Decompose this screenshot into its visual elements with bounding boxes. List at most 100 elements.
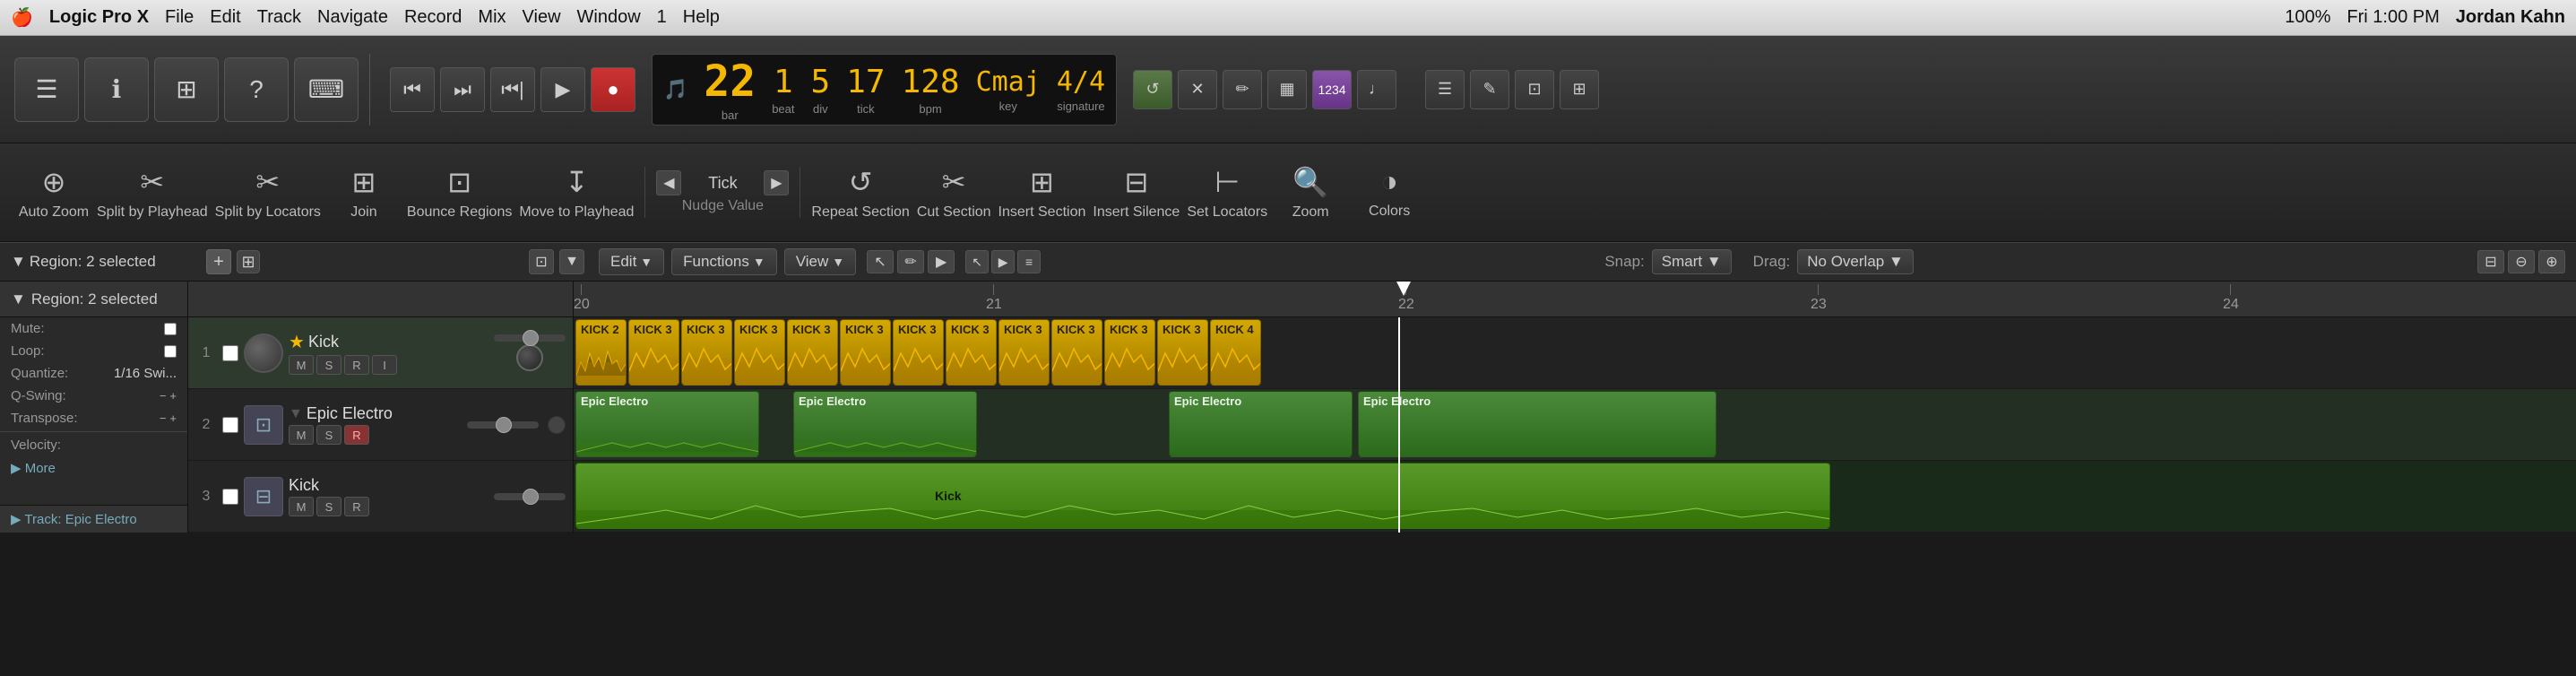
key-display[interactable]: Cmaj key (976, 66, 1041, 113)
zoom-out-button[interactable]: ⊖ (2508, 250, 2535, 273)
clip[interactable]: KICK 3 (1104, 319, 1155, 386)
qswing-minus[interactable]: − (160, 389, 167, 403)
move-playhead-button[interactable]: ↧ Move to Playhead (519, 152, 634, 233)
library-button[interactable]: ☰ (14, 57, 79, 122)
tick-display[interactable]: 17 tick (846, 64, 885, 116)
insert-silence-button[interactable]: ⊟ Insert Silence (1093, 152, 1180, 233)
track-3-checkbox[interactable] (222, 489, 238, 505)
clip[interactable]: KICK 2 (575, 319, 627, 386)
menu-record[interactable]: Record (404, 7, 462, 28)
track-1-fader[interactable] (494, 334, 566, 342)
more-button[interactable]: ▶ More (0, 456, 187, 480)
zoom-button[interactable]: 🔍 Zoom (1275, 152, 1346, 233)
list-view-button[interactable]: ☰ (1425, 70, 1465, 109)
clip[interactable]: Epic Electro (793, 391, 977, 457)
menu-window[interactable]: Window (577, 7, 641, 28)
menu-view[interactable]: View (523, 7, 561, 28)
menu-mix[interactable]: Mix (478, 7, 506, 28)
functions-dropdown[interactable]: Functions ▼ (671, 248, 777, 275)
track-2-record-arm-button[interactable]: R (344, 425, 369, 445)
split-locators-button[interactable]: ✂ Split by Locators (215, 152, 321, 233)
track-1-star-icon[interactable]: ★ (289, 331, 305, 353)
apple-menu[interactable]: 🍎 (11, 6, 33, 29)
clip[interactable]: Epic Electro (1358, 391, 1716, 457)
clip[interactable]: KICK 3 (1051, 319, 1102, 386)
track-1-lane[interactable]: KICK 2 KICK 3 (574, 317, 2576, 389)
clip[interactable]: KICK 3 (734, 319, 785, 386)
track-3-record-arm-button[interactable]: R (344, 497, 369, 516)
auto-zoom-button[interactable]: ⊕ Auto Zoom (18, 152, 90, 233)
track-2-mute-button[interactable]: M (289, 425, 314, 445)
add-folder-button[interactable]: ⊞ (237, 250, 260, 273)
track-2-fader[interactable] (467, 421, 539, 429)
menu-navigate[interactable]: Navigate (317, 7, 388, 28)
track-3-mute-button[interactable]: M (289, 497, 314, 516)
notation-button[interactable]: ♩ (1357, 70, 1396, 109)
midi-button[interactable]: ⌨ (294, 57, 359, 122)
smartcontrols-button[interactable]: ⊞ (154, 57, 219, 122)
menu-help[interactable]: Help (683, 7, 720, 28)
track-1-record-arm-button[interactable]: R (344, 355, 369, 375)
goto-start-button[interactable]: ⏮| (490, 67, 535, 112)
beat-display[interactable]: 1 beat (772, 64, 794, 116)
help-button[interactable]: ? (224, 57, 289, 122)
track-1-knob[interactable] (244, 334, 283, 373)
track-1-checkbox[interactable] (222, 345, 238, 361)
menu-track[interactable]: Track (257, 7, 301, 28)
track-2-solo-button[interactable]: S (316, 425, 341, 445)
pencil-button[interactable]: ✏ (1223, 70, 1262, 109)
edit-view-button[interactable]: ✎ (1470, 70, 1509, 109)
bounce-regions-button[interactable]: ⊡ Bounce Regions (407, 152, 512, 233)
midi-btn[interactable]: ▦ (1267, 70, 1307, 109)
snap-select[interactable]: Smart ▼ (1652, 249, 1732, 274)
clip[interactable]: KICK 3 (787, 319, 838, 386)
clip[interactable]: Epic Electro (575, 391, 759, 457)
qswing-plus[interactable]: + (169, 389, 177, 403)
clip[interactable]: KICK 3 (946, 319, 997, 386)
div-display[interactable]: 5 div (811, 64, 831, 116)
clip[interactable]: Epic Electro (1169, 391, 1353, 457)
cut-section-button[interactable]: ✂ Cut Section (917, 152, 991, 233)
track-2-checkbox[interactable] (222, 417, 238, 433)
configure-tracks-button[interactable]: ⊡ (529, 249, 554, 274)
tool2-button[interactable]: ▶ (991, 250, 1015, 273)
repeat-section-button[interactable]: ↺ Repeat Section (811, 152, 909, 233)
rewind-button[interactable]: ⏮ (390, 67, 435, 112)
colors-button[interactable]: ◑ Colors (1353, 152, 1425, 233)
track-footer[interactable]: ▶ Track: Epic Electro (0, 505, 187, 533)
track-3-lane[interactable]: Kick (574, 461, 2576, 533)
tool3-button[interactable]: ≡ (1017, 250, 1041, 273)
signature-display[interactable]: 4/4 signature (1057, 66, 1105, 113)
mute-checkbox[interactable] (164, 323, 177, 335)
app-name[interactable]: Logic Pro X (49, 7, 149, 28)
add-track-button[interactable]: + (206, 249, 231, 274)
quantize-prop[interactable]: Quantize: 1/16 Swi... (0, 362, 187, 385)
clip[interactable]: KICK 3 (1157, 319, 1208, 386)
track-3-fader[interactable] (494, 493, 566, 500)
clip[interactable]: KICK 3 (628, 319, 679, 386)
clip[interactable]: KICK 3 (840, 319, 891, 386)
inspector-button[interactable]: ℹ (84, 57, 149, 122)
tool1-button[interactable]: ↖ (965, 250, 989, 273)
zoom-h-minus-button[interactable]: ⊟ (2477, 250, 2504, 273)
pencil-tool-button[interactable]: ✏ (897, 250, 924, 273)
mixer-button[interactable]: ⊞ (1560, 70, 1599, 109)
cycle-button[interactable]: ↺ (1133, 70, 1172, 109)
scissors-tool-button[interactable]: ▶ (928, 250, 955, 273)
track-1-solo-button[interactable]: S (316, 355, 341, 375)
bar-display[interactable]: 22 bar (704, 56, 756, 122)
metronome-close[interactable]: ✕ (1178, 70, 1217, 109)
edit-dropdown[interactable]: Edit ▼ (599, 248, 664, 275)
clip[interactable]: KICK 3 (893, 319, 944, 386)
drag-select[interactable]: No Overlap ▼ (1797, 249, 1914, 274)
clip[interactable]: Kick (575, 463, 1830, 529)
record-button[interactable]: ● (591, 67, 635, 112)
set-locators-button[interactable]: ⊢ Set Locators (1187, 152, 1267, 233)
zoom-in-button[interactable]: ⊕ (2538, 250, 2565, 273)
clip[interactable]: KICK 3 (998, 319, 1050, 386)
loop-checkbox[interactable] (164, 345, 177, 358)
clip[interactable]: KICK 3 (681, 319, 732, 386)
track-3-solo-button[interactable]: S (316, 497, 341, 516)
nudge-left-button[interactable]: ◀ (656, 170, 681, 195)
forward-button[interactable]: ⏭ (440, 67, 485, 112)
